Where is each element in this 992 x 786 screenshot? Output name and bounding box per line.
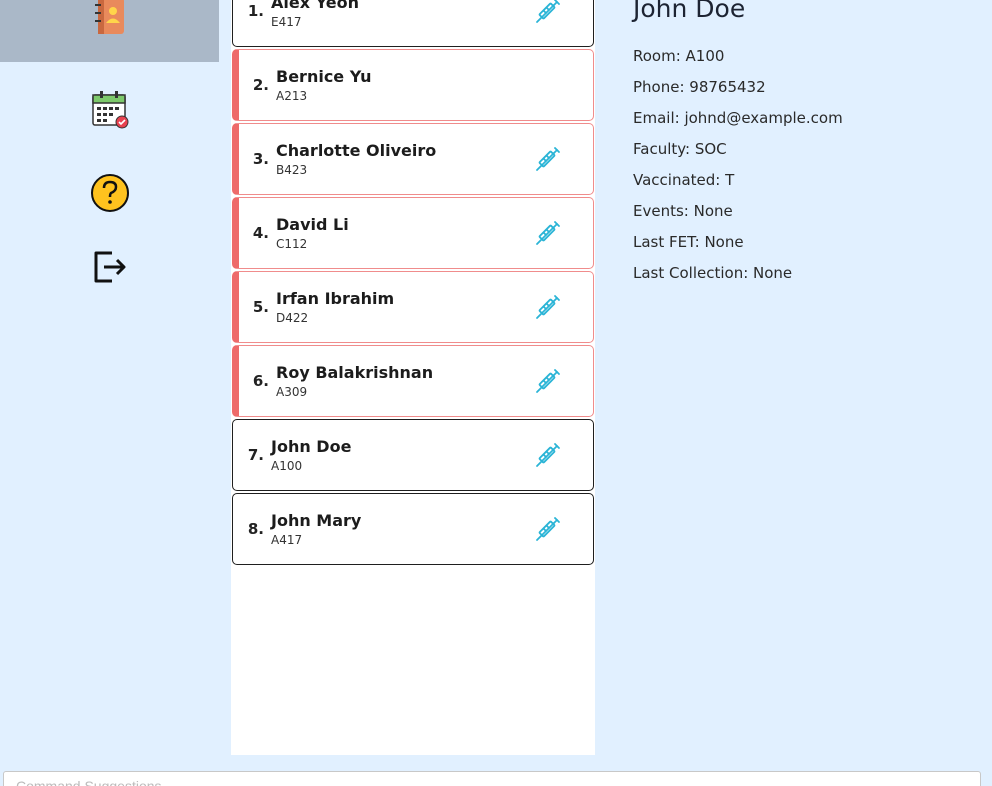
syringe-icon <box>533 0 593 26</box>
detail-email: Email: johnd@example.com <box>633 109 843 127</box>
nav-calendar[interactable] <box>0 78 219 140</box>
syringe-icon <box>533 514 593 544</box>
list-item[interactable]: 5. Irfan Ibrahim D422 <box>232 271 594 343</box>
sidebar <box>0 0 219 766</box>
list-item[interactable]: 1. Alex Yeon E417 <box>232 0 594 47</box>
syringe-icon <box>533 366 593 396</box>
detail-faculty: Faculty: SOC <box>633 140 727 158</box>
list-item-index: 2. <box>252 76 269 94</box>
nav-logout[interactable] <box>0 236 219 298</box>
list-item-name: David Li <box>276 214 349 234</box>
list-item-index: 7. <box>247 446 264 464</box>
list-item-name: Bernice Yu <box>276 66 372 86</box>
list-item-room: C112 <box>276 236 308 251</box>
list-item-room: B423 <box>276 162 308 177</box>
list-item-room: E417 <box>271 14 302 29</box>
syringe-icon <box>533 292 593 322</box>
list-item-name: Irfan Ibrahim <box>276 288 395 308</box>
list-item-name: John Mary <box>271 510 362 530</box>
help-icon <box>90 174 129 212</box>
syringe-icon <box>533 144 593 174</box>
list-item-index: 5. <box>252 298 269 316</box>
nav-help[interactable] <box>0 162 219 224</box>
list-item[interactable]: 3. Charlotte Oliveiro B423 <box>232 123 594 195</box>
logout-icon <box>94 251 125 283</box>
list-item-room: A309 <box>276 384 308 399</box>
calendar-check-icon <box>91 91 128 129</box>
list-item[interactable]: 7. John Doe A100 <box>232 419 594 491</box>
list-item-room: A417 <box>271 532 303 547</box>
list-item-room: A213 <box>276 88 308 103</box>
resident-list: 1. Alex Yeon E417 2. Bernice Yu A213 3. Ch… <box>231 0 595 755</box>
syringe-icon <box>533 218 593 248</box>
list-item-index: 8. <box>247 520 264 538</box>
list-item-room: A100 <box>271 458 303 473</box>
syringe-icon <box>533 440 593 470</box>
nav-contacts[interactable] <box>0 0 219 62</box>
detail-room: Room: A100 <box>633 47 725 65</box>
list-item-index: 1. <box>247 2 264 20</box>
detail-vaccinated: Vaccinated: T <box>633 171 735 189</box>
list-item[interactable]: 4. David Li C112 <box>232 197 594 269</box>
command-input[interactable]: Command Suggestions <box>3 771 981 786</box>
list-item[interactable]: 2. Bernice Yu A213 <box>232 49 594 121</box>
detail-phone: Phone: 98765432 <box>633 78 766 96</box>
detail-events: Events: None <box>633 202 733 220</box>
resident-detail: John Doe Room: A100 Phone: 98765432 Emai… <box>606 0 992 766</box>
contacts-book-icon <box>94 0 124 34</box>
list-item-room: D422 <box>276 310 309 325</box>
list-item-index: 6. <box>252 372 269 390</box>
list-item-name: Roy Balakrishnan <box>276 362 434 382</box>
list-item[interactable]: 8. John Mary A417 <box>232 493 594 565</box>
list-item-name: Charlotte Oliveiro <box>276 140 437 160</box>
detail-last-fet: Last FET: None <box>633 233 744 251</box>
detail-name: John Doe <box>633 0 746 23</box>
list-item[interactable]: 6. Roy Balakrishnan A309 <box>232 345 594 417</box>
list-item-name: Alex Yeon <box>271 0 359 12</box>
list-item-index: 3. <box>252 150 269 168</box>
list-item-index: 4. <box>252 224 269 242</box>
detail-last-collection: Last Collection: None <box>633 264 793 282</box>
list-item-name: John Doe <box>271 436 352 456</box>
